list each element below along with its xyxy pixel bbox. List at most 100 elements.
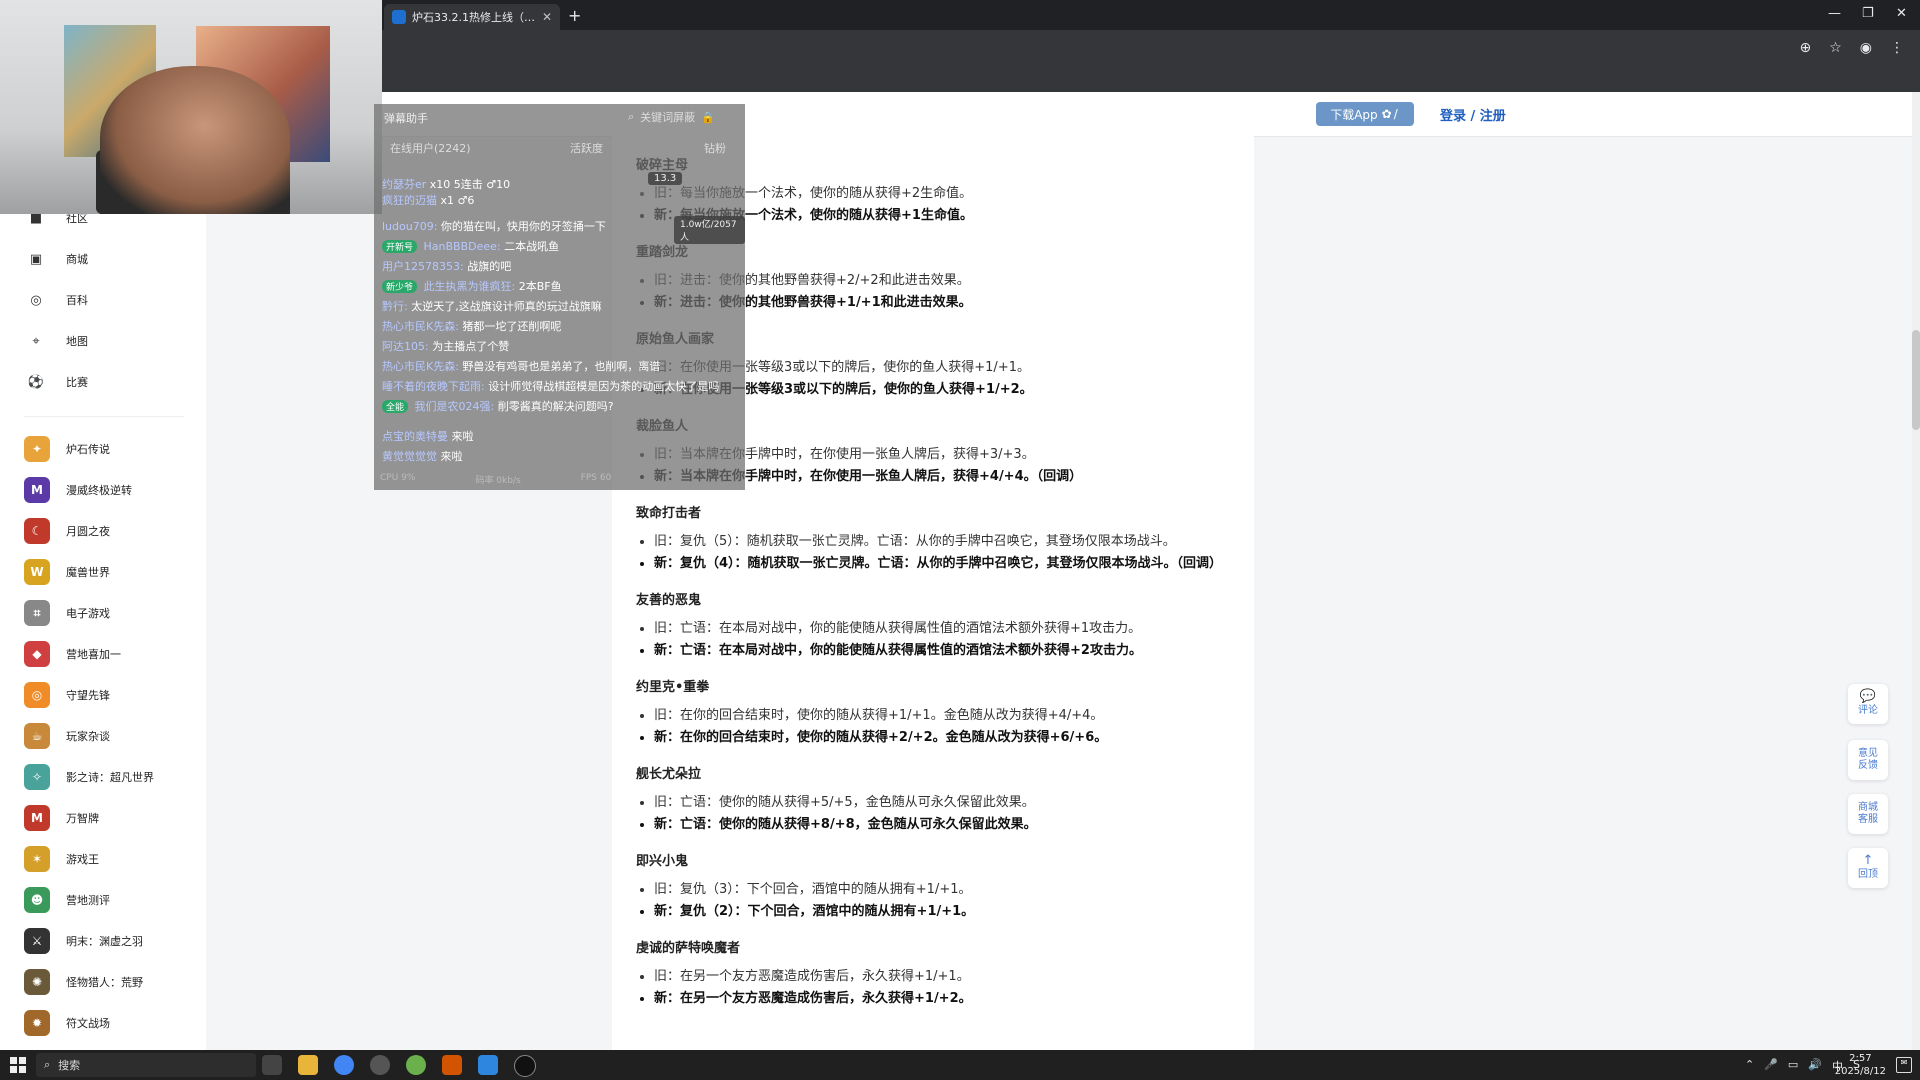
- sidebar-item-label: 符文战场: [66, 1017, 110, 1030]
- app-icon-3[interactable]: [442, 1055, 462, 1075]
- card-section: 致命打击者 旧：复仇（5）：随机获取一张亡灵牌。亡语：从你的手牌中召唤它，其登场…: [636, 502, 1236, 575]
- search-icon[interactable]: ⌕: [628, 110, 634, 124]
- danmu-text: 猪都一坨了还削啊呢: [462, 320, 562, 333]
- old-text: 旧：复仇（3）：下个回合，酒馆中的随从拥有+1/+1。: [654, 879, 1236, 901]
- sidebar-game-videogames[interactable]: ⌗ 电子游戏: [24, 598, 110, 628]
- app-icon-2[interactable]: [406, 1055, 426, 1075]
- app-icon[interactable]: [370, 1055, 390, 1075]
- sidebar-game-review[interactable]: ☻ 营地测评: [24, 885, 110, 915]
- comment-icon: 💬: [1859, 689, 1877, 704]
- android-icon: ✿: [1381, 107, 1392, 121]
- float-label: 反馈: [1858, 760, 1878, 771]
- new-text: 新：亡语：使你的随从获得+8/+8，金色随从可永久保留此效果。: [654, 814, 1236, 836]
- sidebar-item-label: 玩家杂谈: [66, 730, 110, 743]
- lock-icon[interactable]: 🔒: [701, 111, 715, 124]
- sidebar-game-shadowverse[interactable]: ✧ 影之诗：超凡世界: [24, 762, 154, 792]
- sidebar-game-hearthstone[interactable]: ✦ 炉石传说: [24, 434, 110, 464]
- float-label: 评论: [1858, 705, 1878, 716]
- match-icon: ⚽: [27, 374, 45, 390]
- card-name: 友善的恶鬼: [636, 593, 702, 608]
- danmu-title: 弹幕助手: [384, 112, 428, 125]
- app-icon-5[interactable]: [514, 1055, 536, 1077]
- sidebar-game-wow[interactable]: W 魔兽世界: [24, 557, 110, 587]
- restore-button[interactable]: ❐: [1862, 6, 1874, 21]
- sidebar-game-full-moon-night[interactable]: ☾ 月圆之夜: [24, 516, 110, 546]
- sidebar-game-overwatch[interactable]: ◎ 守望先锋: [24, 680, 110, 710]
- danmu-row: ludou709: 你的猫在叫，快用你的牙签捅一下: [382, 218, 606, 234]
- sidebar-game-mtg[interactable]: M 万智牌: [24, 803, 99, 833]
- sidebar-item-match[interactable]: ⚽ 比赛: [24, 367, 88, 397]
- sidebar-item-label: 守望先锋: [66, 689, 110, 702]
- float-label: 客服: [1858, 814, 1878, 825]
- sidebar-item-label: 商城: [66, 253, 88, 266]
- slash-separator: /: [1393, 107, 1398, 121]
- volume-icon[interactable]: 🔊: [1808, 1058, 1822, 1074]
- menu-dots-icon[interactable]: ⋮: [1890, 40, 1904, 56]
- bookmark-star-icon[interactable]: ☆: [1829, 40, 1842, 56]
- sidebar-item-label: 怪物猎人：荒野: [66, 976, 143, 989]
- sidebar-item-label: 月圆之夜: [66, 525, 110, 538]
- page-scrollbar-thumb[interactable]: [1912, 330, 1920, 430]
- sidebar-item-label: 影之诗：超凡世界: [66, 771, 154, 784]
- sidebar-item-shop[interactable]: ▣ 商城: [24, 244, 88, 274]
- sidebar-game-player-talk[interactable]: ☕ 玩家杂谈: [24, 721, 110, 751]
- sidebar-item-map[interactable]: ⌖ 地图: [24, 326, 88, 356]
- sidebar-divider: [24, 416, 184, 417]
- float-label: 回顶: [1858, 869, 1878, 880]
- feedback-button[interactable]: 意见 反馈: [1848, 740, 1888, 780]
- sidebar-game-monster-hunter[interactable]: ✺ 怪物猎人：荒野: [24, 967, 143, 997]
- danmu-text: 二本战吼鱼: [504, 240, 560, 253]
- file-explorer-icon[interactable]: [298, 1055, 318, 1075]
- danmu-text: 为主播点了个赞: [432, 340, 510, 353]
- zoom-icon[interactable]: ⊕: [1799, 40, 1811, 56]
- danmu-user: 黄觉觉觉觉: [382, 450, 437, 463]
- browser-tab[interactable]: 炉石33.2.1热修上线（一）战旗 ✕: [384, 4, 560, 30]
- marvel-snap-icon: M: [24, 477, 50, 503]
- sidebar-game-marvel-snap[interactable]: M 漫威终极逆转: [24, 475, 132, 505]
- sidebar-game-wuchang[interactable]: ⚔ 明末：渊虚之羽: [24, 926, 143, 956]
- sidebar-game-yugioh[interactable]: ✶ 游戏王: [24, 844, 99, 874]
- danmaku-assistant-panel[interactable]: 弹幕助手 ⌕ 关键词屏蔽 🔒 在线用户(2242) 活跃度 钻粉 13.3 1.…: [374, 104, 745, 490]
- shop-service-button[interactable]: 商城 客服: [1848, 794, 1888, 834]
- danmu-text: 太逆天了,这战旗设计师真的玩过战旗嘛: [411, 300, 602, 313]
- taskbar-clock[interactable]: 2:57 2025/8/12: [1835, 1052, 1886, 1078]
- danmu-user: 此生执黑为谁疯狂:: [423, 280, 516, 293]
- windows-start-icon[interactable]: [10, 1057, 26, 1073]
- float-label: 意见: [1858, 748, 1878, 759]
- mic-icon[interactable]: 🎤: [1764, 1058, 1778, 1074]
- search-icon: ⌕: [44, 1058, 51, 1071]
- login-register-link[interactable]: 登录 / 注册: [1440, 105, 1506, 124]
- fps: FPS 60: [580, 473, 612, 483]
- danmu-user: 约瑟芬er: [382, 178, 427, 191]
- new-tab-button[interactable]: +: [568, 6, 581, 25]
- danmu-user: 阿达105:: [382, 340, 429, 353]
- network-icon[interactable]: ▭: [1788, 1058, 1798, 1074]
- tab-close-icon[interactable]: ✕: [542, 10, 552, 24]
- minimize-button[interactable]: —: [1828, 6, 1841, 21]
- danmu-row: 黄觉觉觉觉 来啦: [382, 448, 463, 464]
- sidebar: ■ 社区 ▣ 商城 ◎ 百科 ⌖ 地图 ⚽ 比赛 ✦ 炉石传说 M 漫威终极逆转…: [0, 136, 206, 1050]
- app-icon-4[interactable]: [478, 1055, 498, 1075]
- danmu-row: 睡不着的夜晚下起雨: 设计师觉得战棋超模是因为茶的动画太快了是吗: [382, 378, 719, 394]
- notification-icon[interactable]: ✉: [1896, 1057, 1912, 1073]
- danmu-row: 热心市民K先森: 猪都一坨了还削啊呢: [382, 318, 561, 334]
- shop-icon: ▣: [29, 251, 43, 267]
- danmu-search[interactable]: ⌕ 关键词屏蔽 🔒: [628, 108, 744, 126]
- back-to-top-button[interactable]: ↑ 回顶: [1848, 848, 1888, 888]
- sidebar-game-riftbound[interactable]: ✹ 符文战场: [24, 1008, 110, 1038]
- task-view-icon[interactable]: [262, 1055, 282, 1075]
- comment-button[interactable]: 💬 评论: [1848, 684, 1888, 724]
- profile-icon[interactable]: ◉: [1860, 40, 1872, 56]
- site-favicon-icon: [392, 10, 406, 24]
- sidebar-game-freebies[interactable]: ◆ 营地喜加一: [24, 639, 121, 669]
- download-app-button[interactable]: 下载App ✿ /: [1316, 102, 1414, 126]
- sidebar-item-label: 漫威终极逆转: [66, 484, 132, 497]
- taskbar-search[interactable]: ⌕ 搜索: [36, 1053, 256, 1077]
- tray-up-icon[interactable]: ⌃: [1745, 1058, 1754, 1074]
- sidebar-item-wiki[interactable]: ◎ 百科: [24, 285, 88, 315]
- page-scrollbar[interactable]: [1912, 92, 1920, 1050]
- close-window-button[interactable]: ✕: [1896, 6, 1907, 21]
- card-section: 约里克•重拳 旧：在你的回合结束时，使你的随从获得+1/+1。金色随从改为获得+…: [636, 676, 1236, 749]
- chrome-icon[interactable]: [334, 1055, 354, 1075]
- danmu-text: 2本BF鱼: [518, 280, 562, 293]
